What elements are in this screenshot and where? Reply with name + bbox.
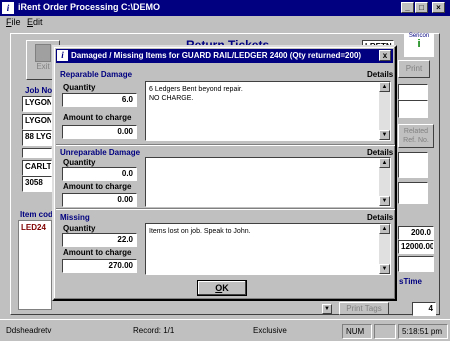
- unreparable-details-label: Details: [367, 148, 394, 157]
- close-button[interactable]: ×: [432, 2, 445, 13]
- reparable-details-text: 6 Ledgers Bent beyond repair. NO CHARGE.: [149, 86, 243, 102]
- damaged-missing-dialog: i Damaged / Missing Items for GUARD RAIL…: [52, 45, 397, 301]
- job-field-2[interactable]: LYGON: [22, 114, 52, 130]
- reparable-quantity-label: Quantity: [63, 83, 96, 92]
- app-title-bar: i iRent Order Processing C:\DEMO _ □ ×: [0, 0, 450, 16]
- reparable-amount-input[interactable]: 0.00: [62, 125, 137, 139]
- missing-details-memo[interactable]: Items lost on job. Speak to John. ▲ ▼: [145, 223, 391, 275]
- scroll-down-icon[interactable]: ▼: [379, 196, 390, 206]
- status-bar: Ddsheadretv Record: 1/1 Exclusive NUM 5:…: [0, 319, 450, 341]
- tag-count-field[interactable]: 4: [412, 302, 436, 316]
- status-mode: Exclusive: [253, 326, 287, 335]
- menu-file[interactable]: File: [6, 17, 21, 27]
- dialog-title: Damaged / Missing Items for GUARD RAIL/L…: [71, 51, 362, 60]
- status-num: NUM: [342, 324, 372, 339]
- unreparable-damage-section: Unreparable Damage Details Quantity 0.0 …: [58, 147, 393, 209]
- item-code-value[interactable]: LED24: [21, 223, 46, 232]
- right-field-4[interactable]: [398, 182, 428, 204]
- related-ref-button[interactable]: Related Ref. No.: [398, 124, 434, 148]
- menu-edit[interactable]: Edit: [27, 17, 43, 27]
- right-field-1[interactable]: [398, 84, 428, 100]
- time-label: sTime: [399, 277, 422, 286]
- unreparable-amount-label: Amount to charge: [63, 182, 132, 191]
- unreparable-quantity-input[interactable]: 0.0: [62, 167, 137, 181]
- scroll-down-icon[interactable]: ▼: [379, 130, 390, 140]
- menu-bar: File Edit: [0, 16, 450, 30]
- door-icon: [35, 44, 51, 62]
- right-value-1[interactable]: 200.0: [398, 226, 434, 240]
- job-field-6[interactable]: 3058: [22, 176, 52, 192]
- status-user: Ddsheadretv: [6, 326, 52, 335]
- minimize-button[interactable]: _: [401, 2, 414, 13]
- reparable-details-memo[interactable]: 6 Ledgers Bent beyond repair. NO CHARGE.…: [145, 81, 391, 141]
- scroll-up-icon[interactable]: ▲: [379, 82, 390, 92]
- right-value-2[interactable]: 12000.00: [398, 240, 434, 254]
- missing-details-text: Items lost on job. Speak to John.: [149, 228, 251, 235]
- app-icon: i: [2, 2, 14, 14]
- missing-quantity-label: Quantity: [63, 224, 96, 233]
- sericon-logo: Sericon i: [404, 33, 434, 57]
- dialog-title-bar: i Damaged / Missing Items for GUARD RAIL…: [56, 49, 393, 63]
- status-record: Record: 1/1: [133, 326, 175, 335]
- status-blank: [374, 324, 396, 339]
- unreparable-amount-input[interactable]: 0.00: [62, 193, 137, 207]
- scroll-up-icon[interactable]: ▲: [379, 158, 390, 168]
- dialog-icon: i: [57, 50, 68, 61]
- print-tags-button[interactable]: Print Tags: [339, 302, 389, 315]
- missing-quantity-input[interactable]: 22.0: [62, 233, 137, 247]
- reparable-amount-label: Amount to charge: [63, 113, 132, 122]
- missing-section: Missing Details Quantity 22.0 Amount to …: [58, 211, 393, 277]
- item-code-label: Item cod: [20, 210, 53, 219]
- missing-details-scrollbar[interactable]: ▲ ▼: [379, 224, 390, 274]
- unreparable-details-memo[interactable]: ▲ ▼: [145, 157, 391, 207]
- print-button[interactable]: Print: [398, 60, 430, 78]
- missing-amount-label: Amount to charge: [63, 248, 132, 257]
- grid-scroll-down[interactable]: ▼: [322, 304, 332, 314]
- missing-title: Missing: [60, 213, 90, 222]
- scroll-down-icon[interactable]: ▼: [379, 264, 390, 274]
- job-no-label: Job No: [25, 86, 53, 95]
- reparable-damage-title: Reparable Damage: [60, 70, 133, 79]
- dialog-close-button[interactable]: x: [379, 50, 391, 61]
- right-field-3[interactable]: [398, 152, 428, 178]
- unreparable-details-scrollbar[interactable]: ▲ ▼: [379, 158, 390, 206]
- reparable-details-scrollbar[interactable]: ▲ ▼: [379, 82, 390, 140]
- item-grid: [18, 220, 52, 310]
- maximize-button[interactable]: □: [415, 2, 428, 13]
- job-field-4[interactable]: [22, 148, 52, 158]
- scroll-up-icon[interactable]: ▲: [379, 224, 390, 234]
- reparable-details-label: Details: [367, 70, 394, 79]
- job-field-5[interactable]: CARLT: [22, 160, 52, 176]
- right-field-2[interactable]: [398, 100, 428, 118]
- section-divider: [56, 144, 395, 146]
- ok-button[interactable]: OK: [197, 280, 247, 296]
- job-field-3[interactable]: 88 LYGON: [22, 130, 52, 146]
- app-title: iRent Order Processing C:\DEMO: [18, 2, 161, 12]
- section-divider: [56, 208, 395, 210]
- unreparable-damage-title: Unreparable Damage: [60, 148, 141, 157]
- status-time: 5:18:51 pm: [398, 324, 448, 339]
- reparable-damage-section: Reparable Damage Details Quantity 6.0 Am…: [58, 67, 393, 143]
- job-field-1[interactable]: LYGON: [22, 96, 52, 112]
- unreparable-quantity-label: Quantity: [63, 158, 96, 167]
- missing-details-label: Details: [367, 213, 394, 222]
- right-field-5[interactable]: [398, 256, 434, 272]
- reparable-quantity-input[interactable]: 6.0: [62, 93, 137, 107]
- missing-amount-input[interactable]: 270.00: [62, 259, 137, 273]
